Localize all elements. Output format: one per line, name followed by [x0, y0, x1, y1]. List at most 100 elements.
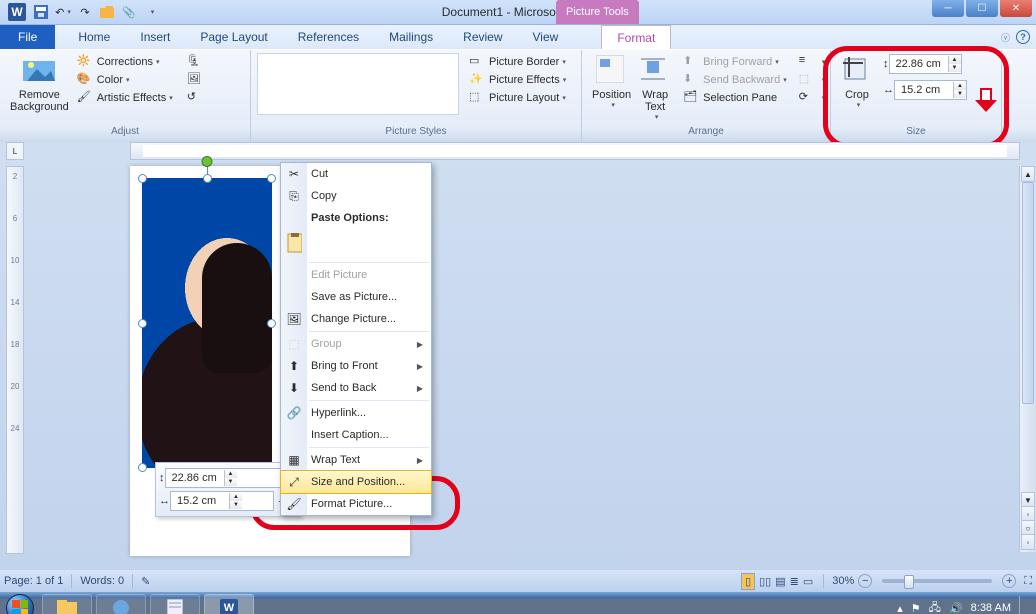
tray-clock[interactable]: 8:38 AM — [971, 602, 1011, 614]
color-button[interactable]: 🎨Color▾ — [73, 71, 177, 89]
file-tab[interactable]: File — [0, 25, 55, 49]
group-button[interactable]: ⬚▾ — [795, 71, 830, 89]
view-web-icon[interactable]: ▤ — [775, 575, 785, 588]
scroll-up-icon[interactable]: ▲ — [1021, 166, 1035, 182]
height-input[interactable]: 22.86 cm▲▼ — [889, 54, 962, 74]
styles-gallery[interactable] — [257, 53, 459, 115]
ctx-hyperlink[interactable]: 🔗Hyperlink... — [281, 402, 431, 424]
ctx-format-picture[interactable]: 🖌Format Picture... — [281, 493, 431, 515]
rotate-handle[interactable] — [202, 156, 213, 167]
taskbar-app1[interactable] — [96, 594, 146, 614]
zoom-slider-knob[interactable] — [904, 575, 914, 589]
corrections-button[interactable]: 🔆Corrections▾ — [73, 53, 177, 71]
remove-background-button[interactable]: Remove Background — [6, 53, 73, 115]
word-app-icon[interactable]: W — [8, 3, 26, 21]
height-down-icon[interactable]: ▼ — [949, 64, 961, 72]
open-folder-icon[interactable] — [99, 4, 115, 20]
selected-picture[interactable] — [142, 178, 272, 468]
save-icon[interactable] — [33, 4, 49, 20]
tab-mailings[interactable]: Mailings — [374, 25, 448, 49]
start-button[interactable] — [0, 592, 40, 614]
status-words[interactable]: Words: 0 — [80, 575, 124, 587]
tray-network-icon[interactable]: 🖧 — [929, 599, 941, 614]
qat-more-icon[interactable]: ▾ — [143, 4, 159, 20]
ctx-size-position[interactable]: ⤢Size and Position... — [280, 470, 432, 494]
view-draft-icon[interactable]: ▭ — [803, 575, 813, 588]
resize-handle-e[interactable] — [267, 319, 276, 328]
picture-layout-button[interactable]: ⬚Picture Layout▾ — [465, 89, 570, 107]
mini-width-input[interactable]: 15.2 cm▲▼ — [170, 491, 274, 511]
ctx-send-to-back[interactable]: ⬇Send to Back▶ — [281, 377, 431, 399]
resize-handle-n[interactable] — [203, 174, 212, 183]
undo-icon[interactable]: ↶▾ — [55, 4, 71, 20]
attachment-icon[interactable]: 📎 — [121, 4, 137, 20]
resize-handle-w[interactable] — [138, 319, 147, 328]
view-full-reading-icon[interactable]: ▯▯ — [759, 575, 771, 588]
zoom-level[interactable]: 30% — [832, 575, 854, 587]
align-button[interactable]: ≡▾ — [795, 53, 830, 71]
ctx-copy[interactable]: ⎘Copy — [281, 185, 431, 207]
ctx-save-as-picture[interactable]: Save as Picture... — [281, 286, 431, 308]
tray-flag-icon[interactable]: ⚑ — [911, 602, 921, 614]
rotate-button[interactable]: ⟳▾ — [795, 89, 830, 107]
mini-height-input[interactable]: 22.86 cm▲▼ — [165, 468, 286, 488]
width-input[interactable]: 15.2 cm▲▼ — [894, 80, 967, 100]
horizontal-ruler[interactable] — [130, 142, 1020, 160]
view-outline-icon[interactable]: ≣ — [790, 575, 799, 588]
tray-show-hidden-icon[interactable]: ▴ — [897, 602, 903, 614]
bring-forward-button[interactable]: ⬆Bring Forward▾ — [679, 53, 791, 71]
wrap-text-button[interactable]: Wrap Text▾ — [635, 53, 675, 123]
artistic-effects-button[interactable]: 🖌Artistic Effects▾ — [73, 89, 177, 107]
tray-volume-icon[interactable]: 🔊 — [949, 602, 963, 614]
tab-review[interactable]: Review — [448, 25, 517, 49]
browse-next-icon[interactable]: ◦ — [1021, 534, 1035, 550]
taskbar-notepad[interactable] — [150, 594, 200, 614]
ctx-bring-to-front[interactable]: ⬆Bring to Front▶ — [281, 355, 431, 377]
tab-format[interactable]: Format — [601, 25, 671, 49]
selection-pane-button[interactable]: 🗂Selection Pane — [679, 89, 791, 107]
width-up-icon[interactable]: ▲ — [954, 82, 966, 90]
zoom-fit-icon[interactable]: ⛶ — [1024, 575, 1032, 588]
ctx-group[interactable]: ⬚Group▶ — [281, 333, 431, 355]
redo-icon[interactable]: ↷ — [77, 4, 93, 20]
status-language-icon[interactable]: ✎ — [141, 575, 150, 588]
view-print-layout-icon[interactable]: ▯ — [741, 573, 755, 590]
window-close-button[interactable]: ✕ — [1000, 0, 1032, 17]
taskbar-word[interactable]: W — [204, 594, 254, 614]
taskbar-explorer[interactable] — [42, 594, 92, 614]
status-page[interactable]: Page: 1 of 1 — [4, 575, 63, 587]
resize-handle-ne[interactable] — [267, 174, 276, 183]
position-button[interactable]: Position▾ — [588, 53, 635, 111]
change-picture-icon[interactable]: 🖼 — [183, 71, 211, 89]
zoom-out-button[interactable]: − — [858, 574, 872, 588]
tab-insert[interactable]: Insert — [125, 25, 185, 49]
zoom-slider[interactable] — [882, 579, 992, 583]
ctx-insert-caption[interactable]: Insert Caption... — [281, 424, 431, 446]
ctx-edit-picture[interactable]: Edit Picture — [281, 264, 431, 286]
show-desktop-button[interactable] — [1019, 596, 1028, 614]
width-down-icon[interactable]: ▼ — [954, 90, 966, 98]
ctx-paste-option[interactable] — [281, 229, 431, 261]
resize-handle-nw[interactable] — [138, 174, 147, 183]
ctx-wrap-text[interactable]: ▦Wrap Text▶ — [281, 449, 431, 471]
vertical-ruler[interactable]: 2 6 10 14 18 20 24 — [6, 166, 24, 554]
zoom-in-button[interactable]: + — [1002, 574, 1016, 588]
reset-picture-icon[interactable]: ↺ — [183, 89, 211, 107]
height-up-icon[interactable]: ▲ — [949, 56, 961, 64]
vertical-scrollbar[interactable]: ▲ ▼ ◦ ○ ◦ — [1019, 166, 1036, 552]
help-icon[interactable]: ? — [1016, 30, 1030, 44]
tab-view[interactable]: View — [518, 25, 574, 49]
tab-page-layout[interactable]: Page Layout — [185, 25, 282, 49]
ruler-corner[interactable]: L — [6, 142, 24, 160]
window-maximize-button[interactable]: ☐ — [966, 0, 998, 17]
resize-handle-sw[interactable] — [138, 463, 147, 472]
picture-border-button[interactable]: ▭Picture Border▾ — [465, 53, 570, 71]
crop-button[interactable]: Crop▾ — [837, 53, 877, 111]
scroll-thumb[interactable] — [1022, 182, 1034, 404]
tab-home[interactable]: Home — [63, 25, 125, 49]
compress-pictures-icon[interactable]: 🗜 — [183, 53, 211, 71]
picture-effects-button[interactable]: ✨Picture Effects▾ — [465, 71, 570, 89]
tab-references[interactable]: References — [283, 25, 374, 49]
ctx-change-picture[interactable]: 🖼Change Picture... — [281, 308, 431, 330]
ctx-cut[interactable]: ✂Cut — [281, 163, 431, 185]
